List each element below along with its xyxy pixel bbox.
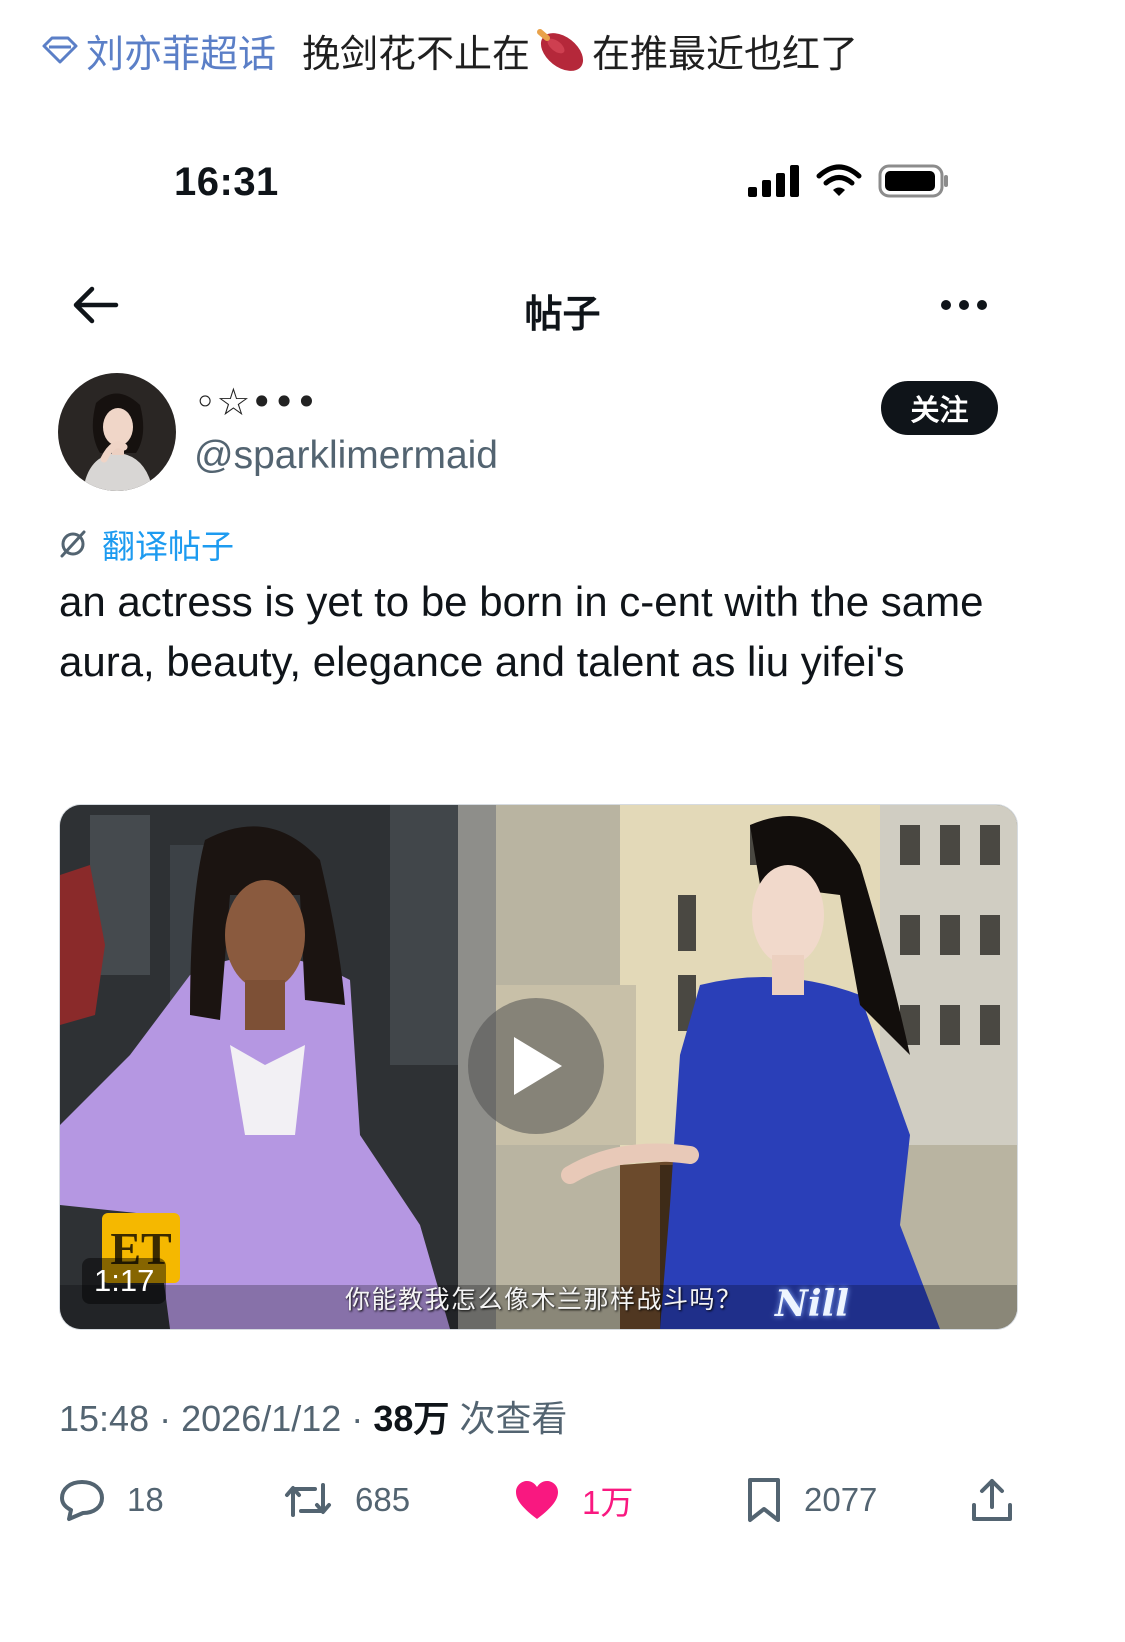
view-count: 38万 [373, 1398, 450, 1439]
super-topic-link[interactable]: 刘亦菲超话 [40, 23, 276, 78]
avatar[interactable] [58, 373, 176, 491]
share-upload-icon [972, 1479, 1012, 1521]
translate-post-link[interactable]: 翻译帖子 [58, 520, 234, 568]
user-handle[interactable]: @sparklimermaid [194, 434, 498, 478]
sweet-potato-emoji-icon [537, 29, 584, 71]
more-dots-icon [941, 300, 987, 310]
weibo-topic-line: 刘亦菲超话 挽剑花不止在 在推最近也红了 [40, 22, 858, 78]
post-meta: 15:48 · 2026/1/12 · 38万 次查看 [59, 1398, 568, 1439]
like-button[interactable]: 1万 [514, 1470, 633, 1530]
play-icon [514, 1037, 562, 1095]
repost-button[interactable]: 685 [283, 1470, 410, 1530]
video-watermark: Nill [775, 1283, 849, 1325]
view-label: 次查看 [459, 1398, 568, 1439]
battery-icon [878, 164, 948, 198]
reply-bubble-icon [60, 1480, 104, 1521]
wifi-icon [816, 164, 862, 196]
super-topic-label: 刘亦菲超话 [86, 33, 277, 76]
topic-headline: 挽剑花不止在 在推最近也红了 [302, 23, 858, 78]
bookmark-icon [748, 1478, 780, 1522]
share-button[interactable] [970, 1470, 1036, 1530]
post-time: 15:48 [59, 1398, 150, 1439]
status-icons [748, 164, 950, 198]
like-count: 1万 [582, 1484, 634, 1521]
video-subtitle: 你能教我怎么像木兰那样战斗吗？ [345, 1286, 743, 1314]
bookmark-button[interactable]: 2077 [746, 1470, 877, 1530]
video-duration-badge: 1:17 [82, 1258, 167, 1304]
reply-count: 18 [127, 1481, 164, 1518]
follow-button[interactable]: 关注 [881, 381, 998, 435]
translate-label: 翻译帖子 [102, 528, 234, 565]
post-date: 2026/1/12 [181, 1398, 342, 1439]
repost-icon [285, 1483, 331, 1517]
bookmark-count: 2077 [804, 1481, 878, 1518]
translate-icon [60, 530, 86, 558]
status-time: 16:31 [174, 160, 279, 204]
repost-count: 685 [355, 1481, 411, 1518]
reply-button[interactable]: 18 [59, 1470, 164, 1530]
more-options-button[interactable] [938, 290, 990, 320]
diamond-icon [42, 36, 78, 64]
display-name[interactable]: ◦☆••• [194, 380, 318, 424]
play-button[interactable] [468, 998, 604, 1134]
heart-filled-icon [516, 1481, 558, 1519]
cellular-signal-icon [748, 165, 799, 197]
avatar-photo [58, 373, 176, 491]
post-text: an actress is yet to be born in c-ent wi… [59, 578, 984, 685]
